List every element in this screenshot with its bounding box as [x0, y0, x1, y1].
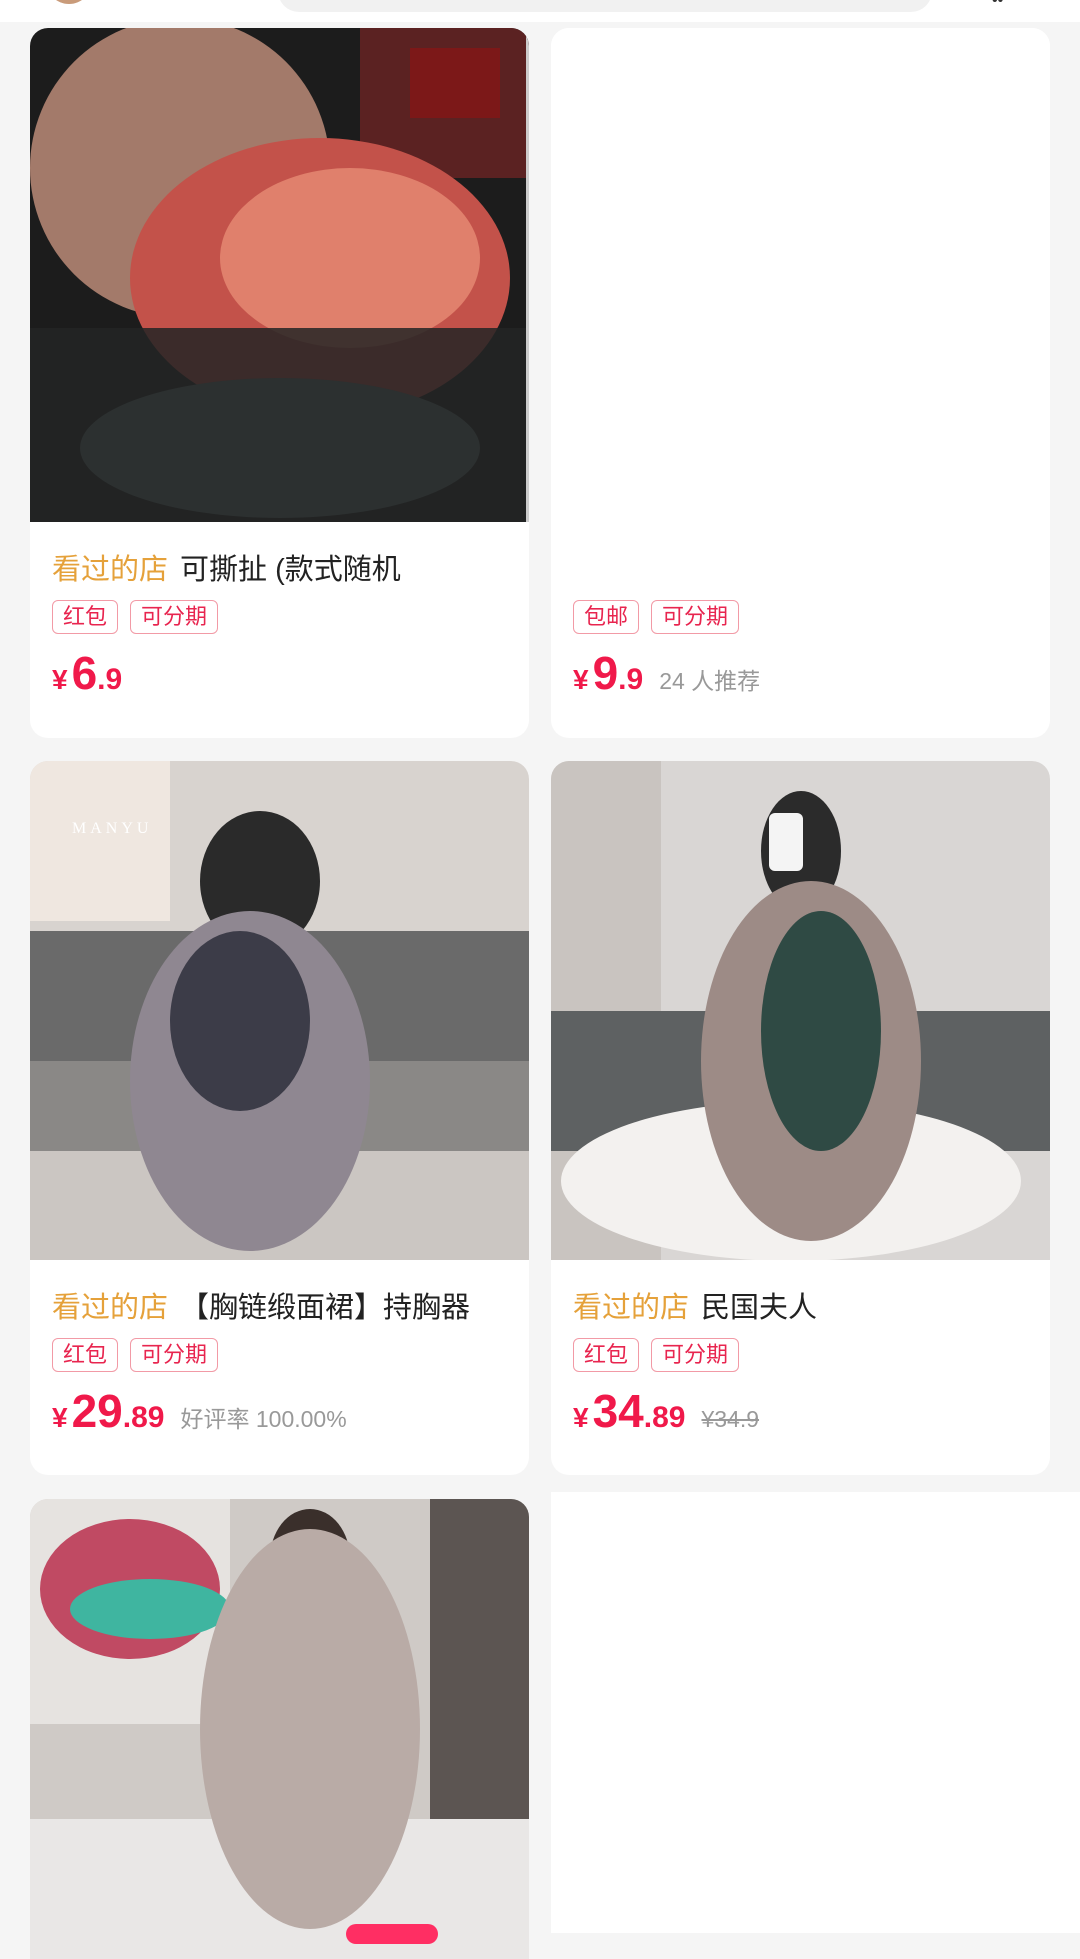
feed-placeholder — [551, 1492, 1080, 1933]
product-title-1: 看过的店 可撕扯 (款式随机 — [52, 550, 401, 590]
price: ¥ 6 .9 — [52, 646, 123, 699]
tag-red-packet: 红包 — [52, 600, 119, 634]
product-image-2[interactable] — [551, 28, 1050, 604]
currency-symbol: ¥ — [573, 664, 589, 695]
seen-shop-label: 看过的店 — [52, 554, 169, 586]
product-info-4: 看过的店 民国夫人 红包 可分期 ¥ 34 .89 ¥34.9 — [551, 1260, 1050, 1475]
tag-installment: 可分期 — [130, 600, 219, 634]
price-integer: 29 — [71, 1385, 123, 1437]
recommend-count: 24 人推荐 — [659, 668, 761, 694]
product-card-1[interactable]: 看过的店 可撕扯 (款式随机 红包 可分期 ¥ 6 .9 — [30, 28, 529, 738]
product-card-4[interactable]: 看过的店 民国夫人 红包 可分期 ¥ 34 .89 ¥34.9 — [551, 761, 1050, 1475]
seen-shop-label: 看过的店 — [52, 1292, 169, 1324]
product-card-5[interactable] — [30, 1499, 529, 1959]
price-decimal: .89 — [643, 1401, 686, 1434]
currency-symbol: ¥ — [52, 1402, 68, 1433]
product-card-2[interactable]: 包邮 可分期 ¥ 9 .9 24 人推荐 — [551, 28, 1050, 738]
tag-installment: 可分期 — [651, 1338, 740, 1372]
tag-red-packet: 红包 — [52, 1338, 119, 1372]
product-info-3: 看过的店 【胸链缎面裙】持胸器 红包 可分期 ¥ 29 .89 好评率 100.0… — [30, 1260, 529, 1475]
original-price: ¥34.9 — [701, 1406, 760, 1432]
floating-action-indicator[interactable] — [346, 1924, 438, 1944]
product-image-5[interactable] — [30, 1499, 529, 1959]
top-bar: •• — [0, 0, 1080, 22]
search-input[interactable] — [278, 0, 932, 12]
tag-red-packet: 红包 — [573, 1338, 640, 1372]
product-image-1[interactable] — [30, 28, 529, 522]
tag-list: 红包 可分期 — [573, 1338, 740, 1374]
seen-shop-label: 看过的店 — [573, 1292, 690, 1324]
price-decimal: .9 — [97, 663, 123, 696]
product-title-3: 看过的店 【胸链缎面裙】持胸器 — [52, 1288, 470, 1328]
price-decimal: .89 — [122, 1401, 165, 1434]
product-title-text: 可撕扯 (款式随机 — [180, 554, 401, 586]
tag-list: 包邮 可分期 — [573, 600, 740, 636]
currency-symbol: ¥ — [52, 664, 68, 695]
product-title-4: 看过的店 民国夫人 — [573, 1288, 817, 1328]
tag-installment: 可分期 — [651, 600, 740, 634]
more-icon[interactable]: •• — [992, 0, 1020, 9]
price-integer: 9 — [592, 647, 619, 699]
tag-installment: 可分期 — [130, 1338, 219, 1372]
price: ¥ 34 .89 ¥34.9 — [573, 1384, 760, 1437]
product-title-text: 【胸链缎面裙】持胸器 — [180, 1292, 471, 1324]
avatar[interactable] — [46, 0, 92, 4]
tag-free-shipping: 包邮 — [573, 600, 640, 634]
product-image-4[interactable] — [551, 761, 1050, 1260]
brand-watermark: MANYU — [72, 820, 152, 837]
product-title-text: 民国夫人 — [701, 1292, 818, 1324]
product-image-3[interactable]: MANYU — [30, 761, 529, 1260]
currency-symbol: ¥ — [573, 1402, 589, 1433]
tag-list: 红包 可分期 — [52, 600, 219, 636]
price-integer: 6 — [71, 647, 98, 699]
price: ¥ 9 .9 24 人推荐 — [573, 646, 761, 699]
product-info-2: 包邮 可分期 ¥ 9 .9 24 人推荐 — [551, 522, 1050, 738]
positive-rating: 好评率 100.00% — [180, 1406, 347, 1432]
price-integer: 34 — [592, 1385, 644, 1437]
product-info-1: 看过的店 可撕扯 (款式随机 红包 可分期 ¥ 6 .9 — [30, 522, 529, 738]
price: ¥ 29 .89 好评率 100.00% — [52, 1384, 347, 1437]
product-card-3[interactable]: MANYU 看过的店 【胸链缎面裙】持胸器 红包 可分期 ¥ 29 .89 好评率… — [30, 761, 529, 1475]
tag-list: 红包 可分期 — [52, 1338, 219, 1374]
price-decimal: .9 — [618, 663, 644, 696]
